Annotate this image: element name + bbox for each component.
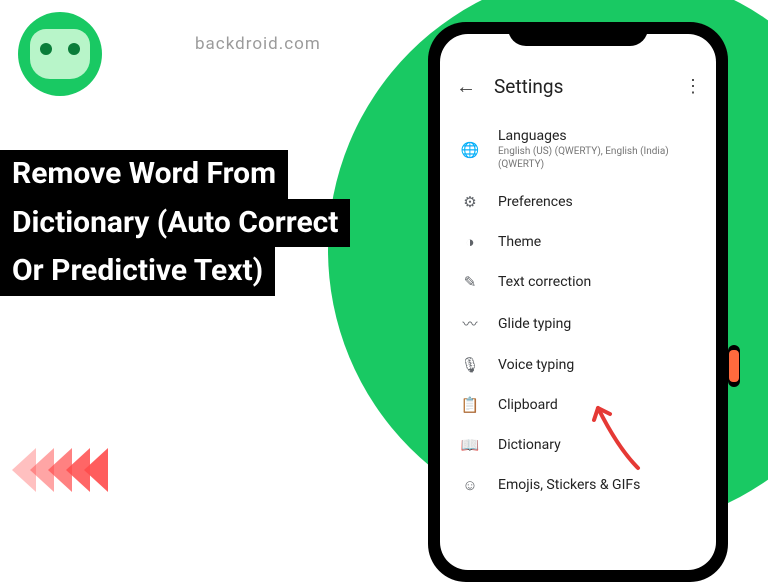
setting-subtitle: English (US) (QWERTY), English (India) (… [498,145,700,171]
setting-voice-typing[interactable]: 🎙 Voice typing [446,345,710,385]
setting-theme[interactable]: ◑ Theme [446,222,710,262]
setting-languages[interactable]: 🌐 Languages English (US) (QWERTY), Engli… [446,117,710,182]
overflow-menu-icon[interactable]: ⋮ [684,76,700,97]
setting-clipboard[interactable]: 📋 Clipboard [446,385,710,425]
setting-emojis[interactable]: ☺ Emojis, Stickers & GIFs [446,465,710,505]
settings-list: 🌐 Languages English (US) (QWERTY), Engli… [440,117,716,505]
headline-line-1: Remove Word From [0,150,288,199]
phone-frame: ← Settings ⋮ 🌐 Languages English (US) (Q… [428,22,728,582]
phone-side-button-highlight [729,350,739,382]
decorative-chevrons [12,448,102,492]
phone-notch [508,22,648,46]
setting-glide-typing[interactable]: 〰 Glide typing [446,302,710,345]
setting-label: Languages [498,128,700,144]
setting-dictionary[interactable]: 📖 Dictionary [446,425,710,465]
globe-icon: 🌐 [456,141,484,159]
microphone-icon: 🎙 [456,356,484,374]
settings-header: ← Settings ⋮ [440,64,716,117]
theme-icon: ◑ [456,233,484,251]
emoji-icon: ☺ [456,476,484,494]
phone-screen: ← Settings ⋮ 🌐 Languages English (US) (Q… [440,34,716,570]
setting-label: Text correction [498,274,700,290]
setting-label: Glide typing [498,316,700,332]
site-name: backdroid.com [195,34,321,54]
clipboard-icon: 📋 [456,396,484,414]
book-icon: 📖 [456,436,484,454]
setting-preferences[interactable]: ⚙ Preferences [446,182,710,222]
back-icon[interactable]: ← [456,74,476,99]
headline-line-2: Dictionary (Auto Correct [0,199,350,248]
headline-line-3: Or Predictive Text) [0,247,275,296]
setting-label: Theme [498,234,700,250]
page-title: Settings [494,75,563,98]
headline-text: Remove Word From Dictionary (Auto Correc… [0,150,350,296]
sliders-icon: ⚙ [456,193,484,211]
glide-icon: 〰 [456,313,484,334]
site-logo [18,12,102,96]
setting-label: Preferences [498,194,700,210]
setting-text-correction[interactable]: ✎ Text correction [446,262,710,302]
setting-label: Voice typing [498,357,700,373]
pencil-icon: ✎ [456,273,484,291]
annotation-arrow-icon [588,398,648,482]
chevron-left-icon [84,448,108,492]
